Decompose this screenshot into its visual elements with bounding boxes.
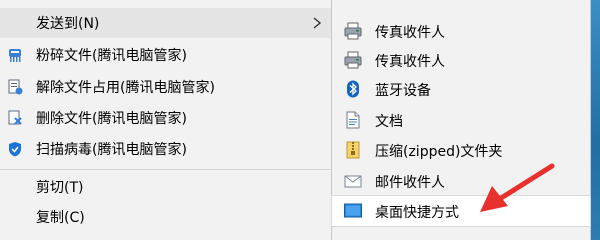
delete-file-icon [8, 110, 22, 125]
menu-separator [0, 169, 334, 170]
submenu-item-label: 桌面快捷方式 [375, 205, 459, 221]
fax-icon [344, 22, 362, 40]
menu-item-label: 粉碎文件(腾讯电脑管家) [36, 48, 187, 64]
submenu-item-label: 传真收件人 [375, 25, 445, 41]
context-menu: 发送到(N) 粉碎文件(腾讯电脑管家) 解除文件占用(腾讯电脑管家) 删除文件(… [0, 0, 335, 240]
menu-item-shred-file[interactable]: 粉碎文件(腾讯电脑管家) [0, 40, 334, 70]
annotation-arrow [480, 163, 555, 212]
submenu-item-label: 邮件收件人 [375, 175, 445, 191]
menu-item-label: 扫描病毒(腾讯电脑管家) [36, 142, 187, 158]
desktop-shortcut-icon [344, 203, 362, 218]
menu-item-send-to[interactable]: 发送到(N) [0, 8, 334, 38]
zip-folder-icon [346, 141, 360, 159]
shredder-icon [9, 49, 21, 62]
submenu-item-label: 文档 [375, 114, 403, 130]
unlock-file-icon [8, 79, 23, 95]
submenu-item-label: 传真收件人 [375, 54, 445, 70]
menu-item-label: 解除文件占用(腾讯电脑管家) [36, 80, 215, 96]
submenu-item-label: 压缩(zipped)文件夹 [375, 144, 503, 160]
documents-icon [346, 111, 360, 129]
chevron-right-icon [313, 17, 322, 29]
submenu-item-label: 蓝牙设备 [375, 83, 431, 99]
fax-icon [344, 51, 362, 69]
menu-item-label: 复制(C) [36, 210, 85, 226]
menu-item-label: 删除文件(腾讯电脑管家) [36, 111, 187, 127]
menu-item-unlock-file[interactable]: 解除文件占用(腾讯电脑管家) [0, 72, 334, 102]
mail-icon [344, 175, 362, 188]
bluetooth-icon [347, 80, 359, 98]
submenu-item-bluetooth[interactable]: 蓝牙设备 [332, 74, 590, 104]
shield-icon [9, 142, 21, 157]
submenu-item-documents[interactable]: 文档 [332, 105, 590, 135]
menu-item-delete-file[interactable]: 删除文件(腾讯电脑管家) [0, 103, 334, 133]
screen: 发送到(N) 粉碎文件(腾讯电脑管家) 解除文件占用(腾讯电脑管家) 删除文件(… [0, 0, 600, 240]
menu-item-label: 剪切(T) [36, 180, 84, 196]
submenu-item-fax-recipient[interactable]: 传真收件人 [332, 16, 590, 46]
submenu-item-fax-recipient[interactable]: 传真收件人 [332, 45, 590, 75]
menu-item-scan-virus[interactable]: 扫描病毒(腾讯电脑管家) [0, 134, 334, 164]
menu-item-copy[interactable]: 复制(C) [0, 202, 334, 232]
menu-item-cut[interactable]: 剪切(T) [0, 172, 334, 202]
menu-item-label: 发送到(N) [36, 16, 100, 32]
